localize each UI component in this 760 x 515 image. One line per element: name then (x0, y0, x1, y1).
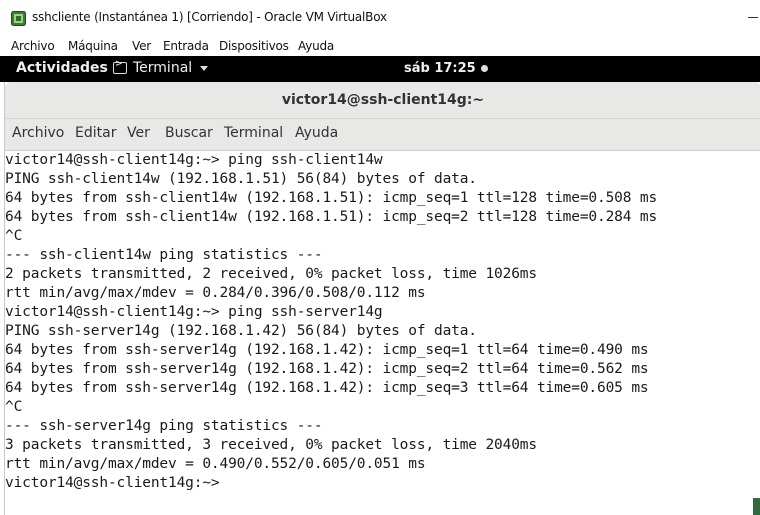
terminal-line: 64 bytes from ssh-server14g (192.168.1.4… (5, 380, 649, 396)
vbox-menu-entrada[interactable]: Entrada (163, 39, 209, 53)
app-menu-label: Terminal (133, 60, 193, 76)
terminal-line: 64 bytes from ssh-client14w (192.168.1.5… (5, 209, 658, 225)
terminal-line: rtt min/avg/max/mdev = 0.490/0.552/0.605… (5, 456, 426, 472)
terminal-menu-buscar[interactable]: Buscar (165, 125, 213, 141)
activities-button[interactable]: Actividades (16, 60, 108, 76)
terminal-menubar: Archivo Editar Ver Buscar Terminal Ayuda (5, 119, 760, 151)
terminal-line: PING ssh-server14g (192.168.1.42) 56(84)… (5, 323, 477, 339)
terminal-window: victor14@ssh-client14g:~ Archivo Editar … (4, 82, 760, 515)
terminal-menu-terminal[interactable]: Terminal (224, 125, 283, 141)
vbox-menu-archivo[interactable]: Archivo (11, 39, 55, 53)
terminal-line: ^C (5, 399, 23, 415)
terminal-line: 64 bytes from ssh-client14w (192.168.1.5… (5, 190, 658, 206)
terminal-menu-archivo[interactable]: Archivo (12, 125, 64, 141)
clock-button[interactable]: sáb 17:25 (404, 61, 488, 76)
terminal-line: ^C (5, 228, 23, 244)
terminal-line: --- ssh-server14g ping statistics --- (5, 418, 323, 434)
gnome-top-bar: Actividades Terminal sáb 17:25 (0, 56, 760, 82)
vbox-menubar: Archivo Máquina Ver Entrada Dispositivos… (0, 34, 760, 56)
vbox-menu-dispositivos[interactable]: Dispositivos (219, 39, 289, 53)
terminal-prompt-line[interactable]: victor14@ssh-client14g:~> (5, 474, 228, 493)
minimize-icon[interactable] (748, 17, 758, 18)
terminal-headerbar[interactable]: victor14@ssh-client14g:~ (5, 82, 760, 119)
terminal-output[interactable]: victor14@ssh-client14g:~> ping ssh-clien… (5, 151, 760, 515)
vbox-menu-ver[interactable]: Ver (132, 39, 151, 53)
terminal-menu-ver[interactable]: Ver (127, 125, 150, 141)
terminal-line: 64 bytes from ssh-server14g (192.168.1.4… (5, 361, 649, 377)
terminal-line: rtt min/avg/max/mdev = 0.284/0.396/0.508… (5, 285, 426, 301)
terminal-menu-editar[interactable]: Editar (75, 125, 116, 141)
terminal-title: victor14@ssh-client14g:~ (281, 92, 485, 108)
terminal-line: --- ssh-client14w ping statistics --- (5, 247, 323, 263)
vbox-window-title: sshcliente (Instantánea 1) [Corriendo] -… (32, 10, 387, 24)
terminal-line: 2 packets transmitted, 2 received, 0% pa… (5, 266, 537, 282)
caret-down-icon (200, 65, 209, 71)
vbox-titlebar: sshcliente (Instantánea 1) [Corriendo] -… (0, 0, 760, 34)
terminal-line: 3 packets transmitted, 3 received, 0% pa… (5, 437, 537, 453)
terminal-menu-ayuda[interactable]: Ayuda (295, 125, 338, 141)
terminal-line: 64 bytes from ssh-server14g (192.168.1.4… (5, 342, 649, 358)
terminal-line: victor14@ssh-client14g:~> ping ssh-serve… (5, 304, 383, 320)
terminal-line: victor14@ssh-client14g:~> ping ssh-clien… (5, 152, 383, 168)
vbox-menu-ayuda[interactable]: Ayuda (298, 39, 334, 53)
terminal-line: PING ssh-client14w (192.168.1.51) 56(84)… (5, 171, 477, 187)
clock-label: sáb 17:25 (404, 61, 476, 76)
desktop-background (753, 498, 760, 515)
notification-dot-icon (480, 65, 488, 72)
app-menu-button[interactable]: Terminal (113, 59, 209, 76)
virtualbox-logo-icon (11, 11, 26, 26)
vbox-menu-maquina[interactable]: Máquina (68, 39, 118, 53)
terminal-icon (113, 59, 127, 74)
